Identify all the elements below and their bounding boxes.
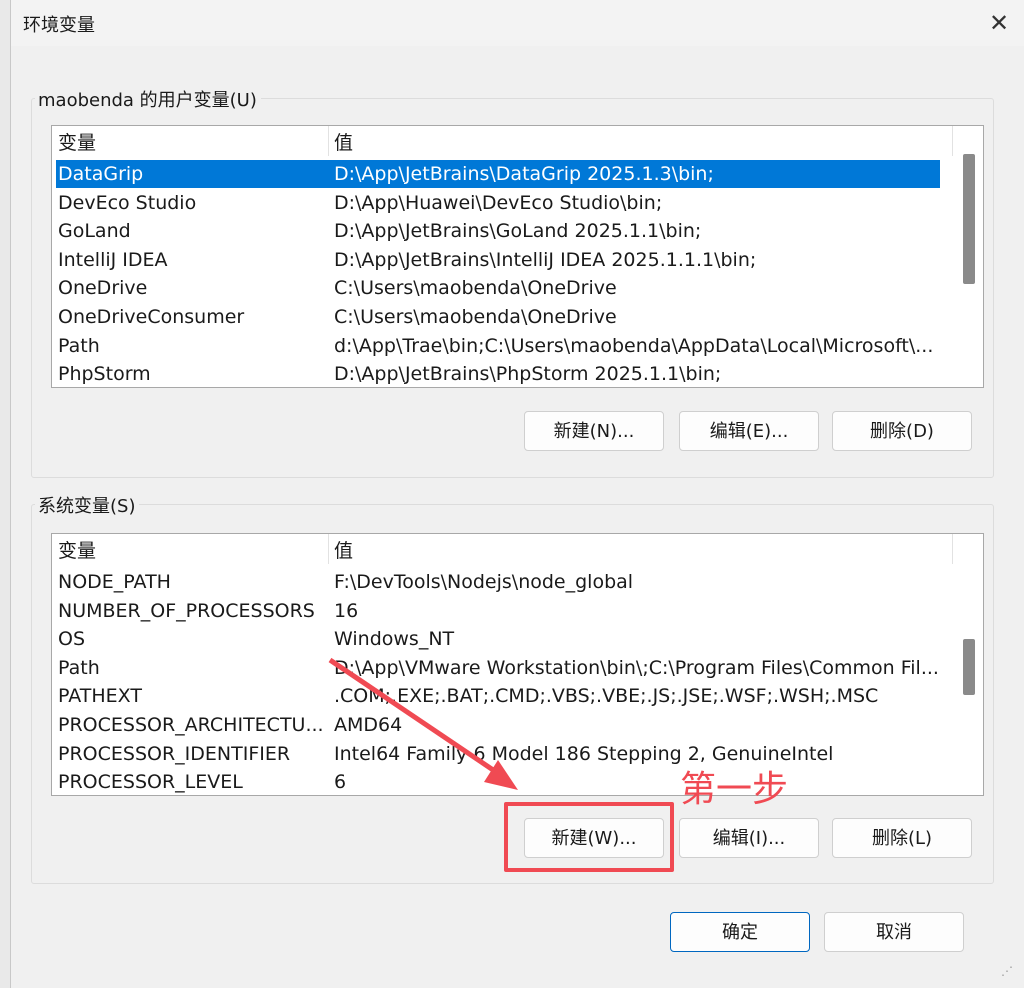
- variable-name: GoLand: [58, 220, 131, 243]
- variable-value: C:\Users\maobenda\OneDrive: [334, 306, 617, 328]
- scrollbar-thumb[interactable]: [963, 639, 975, 695]
- variable-row[interactable]: IntelliJ IDEA D:\App\JetBrains\IntelliJ I…: [56, 246, 940, 274]
- variable-row[interactable]: PhpStorm D:\App\JetBrains\PhpStorm 2025.1…: [56, 360, 940, 387]
- variable-row[interactable]: DevEco Studio D:\App\Huawei\DevEco Studio…: [56, 189, 940, 217]
- variable-row[interactable]: PROCESSOR_LEVEL 6: [56, 768, 940, 795]
- variable-row[interactable]: NODE_PATH F:\DevTools\Nodejs\node_global: [56, 568, 940, 596]
- variable-value: D:\App\JetBrains\PhpStorm 2025.1.1\bin;: [334, 363, 722, 386]
- variable-row[interactable]: Path D:\App\VMware Workstation\bin\;C:\Pr…: [56, 654, 940, 682]
- resize-grip-icon[interactable]: ⋰: [1001, 964, 1017, 980]
- variable-name: Path: [58, 334, 100, 357]
- column-separator[interactable]: [328, 534, 329, 564]
- variable-row[interactable]: OneDriveConsumer C:\Users\maobenda\OneDri…: [56, 303, 940, 331]
- variable-name: DataGrip: [58, 163, 144, 185]
- variable-row[interactable]: PROCESSOR_ARCHITECTU... AMD64: [56, 711, 940, 739]
- variable-value: F:\DevTools\Nodejs\node_global: [334, 571, 634, 593]
- scrollbar-thumb[interactable]: [963, 154, 975, 284]
- header-variable[interactable]: 变量: [58, 534, 96, 568]
- user-delete-button[interactable]: 删除(D): [832, 411, 972, 451]
- variable-row[interactable]: Path d:\App\Trae\bin;C:\Users\maobenda\Ap…: [56, 332, 940, 360]
- variable-value: D:\App\Huawei\DevEco Studio\bin;: [334, 191, 663, 214]
- header-variable[interactable]: 变量: [58, 126, 96, 160]
- cancel-button[interactable]: 取消: [824, 912, 964, 952]
- annotation-label: 第一步: [680, 769, 789, 810]
- variable-name: Path: [58, 656, 100, 679]
- system-list-header: 变量 值: [52, 534, 952, 566]
- system-variables-list[interactable]: 变量 值 NODE_PATH F:\DevTools\Nodejs\node_gl…: [51, 533, 984, 796]
- user-list-header: 变量 值: [52, 126, 952, 158]
- variable-value: AMD64: [334, 714, 403, 736]
- close-button[interactable]: ✕: [973, 0, 1024, 46]
- variable-name: PhpStorm: [58, 363, 151, 386]
- variable-name: NODE_PATH: [58, 571, 171, 593]
- variable-value: Windows_NT: [334, 628, 455, 651]
- variable-name: PROCESSOR_ARCHITECTU...: [58, 714, 324, 736]
- column-separator[interactable]: [952, 534, 953, 564]
- variable-row[interactable]: OneDrive C:\Users\maobenda\OneDrive: [56, 274, 940, 302]
- user-edit-button[interactable]: 编辑(E)...: [679, 411, 819, 451]
- system-variables-label: 系统变量(S): [35, 492, 140, 518]
- variable-row[interactable]: PROCESSOR_IDENTIFIER Intel64 Family 6 Mod…: [56, 740, 940, 768]
- variable-value: D:\App\JetBrains\GoLand 2025.1.1\bin;: [334, 220, 702, 243]
- user-variables-list[interactable]: 变量 值 DataGrip D:\App\JetBrains\DataGrip 2…: [51, 125, 984, 388]
- variable-name: PROCESSOR_LEVEL: [58, 771, 243, 794]
- variable-value: D:\App\JetBrains\IntelliJ IDEA 2025.1.1.…: [334, 248, 757, 271]
- user-list-scrollbar[interactable]: [955, 126, 983, 387]
- annotation-highlight-box: [504, 802, 674, 872]
- close-icon: ✕: [988, 9, 1010, 37]
- column-separator[interactable]: [952, 126, 953, 156]
- window-title: 环境变量: [23, 15, 95, 36]
- variable-row[interactable]: GoLand D:\App\JetBrains\GoLand 2025.1.1\b…: [56, 217, 940, 245]
- variable-value: D:\App\VMware Workstation\bin\;C:\Progra…: [334, 656, 939, 679]
- title-bar: 环境变量 ✕: [11, 0, 1024, 46]
- system-list-scrollbar[interactable]: [955, 534, 983, 795]
- user-new-button[interactable]: 新建(N)...: [524, 411, 664, 451]
- system-edit-button[interactable]: 编辑(I)...: [679, 818, 819, 858]
- header-value[interactable]: 值: [334, 534, 353, 568]
- header-value[interactable]: 值: [334, 126, 353, 160]
- variable-name: PROCESSOR_IDENTIFIER: [58, 742, 291, 765]
- user-variables-label: maobenda 的用户变量(U): [35, 86, 261, 112]
- variable-name: IntelliJ IDEA: [58, 248, 168, 271]
- variable-name: NUMBER_OF_PROCESSORS: [58, 599, 315, 622]
- variable-value: 16: [334, 599, 359, 622]
- variable-value: .COM;.EXE;.BAT;.CMD;.VBS;.VBE;.JS;.JSE;.…: [334, 685, 879, 708]
- variable-row[interactable]: OS Windows_NT: [56, 625, 940, 653]
- variable-value: d:\App\Trae\bin;C:\Users\maobenda\AppDat…: [334, 334, 934, 357]
- ok-button[interactable]: 确定: [670, 912, 810, 952]
- variable-name: DevEco Studio: [58, 191, 197, 214]
- variable-value: 6: [334, 771, 347, 794]
- system-delete-button[interactable]: 删除(L): [832, 818, 972, 858]
- variable-name: OneDriveConsumer: [58, 306, 245, 328]
- variable-row[interactable]: PATHEXT .COM;.EXE;.BAT;.CMD;.VBS;.VBE;.JS…: [56, 682, 940, 710]
- variable-row[interactable]: NUMBER_OF_PROCESSORS 16: [56, 597, 940, 625]
- variable-name: OS: [58, 628, 86, 651]
- column-separator[interactable]: [328, 126, 329, 156]
- variable-value: C:\Users\maobenda\OneDrive: [334, 277, 617, 300]
- variable-name: PATHEXT: [58, 685, 142, 708]
- variable-name: OneDrive: [58, 277, 148, 300]
- variable-row[interactable]: DataGrip D:\App\JetBrains\DataGrip 2025.1…: [56, 160, 940, 188]
- variable-value: D:\App\JetBrains\DataGrip 2025.1.3\bin;: [334, 163, 714, 185]
